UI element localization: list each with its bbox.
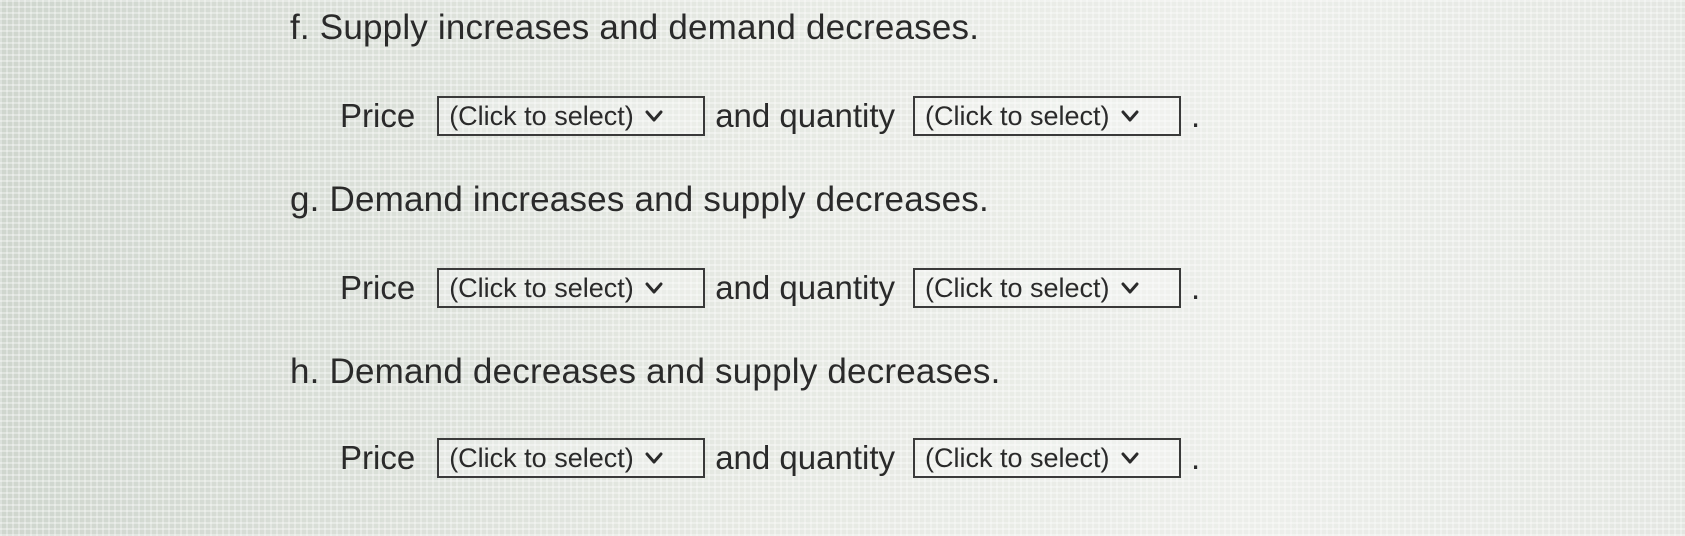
and-quantity-label: and quantity bbox=[715, 269, 895, 306]
select-value: (Click to select) bbox=[925, 442, 1110, 473]
price-label: Price bbox=[340, 439, 416, 476]
select-value: (Click to select) bbox=[925, 100, 1110, 131]
quantity-select-h[interactable]: (Click to select) bbox=[913, 438, 1181, 478]
chevron-down-icon bbox=[1121, 452, 1139, 464]
chevron-down-icon bbox=[1121, 282, 1139, 294]
price-label: Price bbox=[340, 97, 416, 134]
price-select-g[interactable]: (Click to select) bbox=[437, 268, 706, 308]
quantity-select-g[interactable]: (Click to select) bbox=[913, 268, 1181, 308]
select-value: (Click to select) bbox=[449, 100, 634, 131]
sentence-end: . bbox=[1191, 97, 1201, 134]
and-quantity-label: and quantity bbox=[715, 97, 895, 134]
sentence-end: . bbox=[1191, 269, 1201, 306]
chevron-down-icon bbox=[645, 110, 663, 122]
question-h-heading: h. Demand decreases and supply decreases… bbox=[290, 352, 1001, 391]
select-value: (Click to select) bbox=[449, 442, 634, 473]
question-f-heading: f. Supply increases and demand decreases… bbox=[290, 8, 980, 47]
price-label: Price bbox=[340, 269, 416, 306]
sentence-end: . bbox=[1191, 439, 1201, 476]
and-quantity-label: and quantity bbox=[715, 439, 895, 476]
question-g-answer-row: Price (Click to select) and quantity (Cl… bbox=[340, 266, 1200, 310]
chevron-down-icon bbox=[645, 452, 663, 464]
price-select-h[interactable]: (Click to select) bbox=[437, 438, 706, 478]
price-select-f[interactable]: (Click to select) bbox=[437, 96, 706, 136]
chevron-down-icon bbox=[1121, 110, 1139, 122]
question-f-answer-row: Price (Click to select) and quantity (Cl… bbox=[340, 94, 1200, 138]
select-value: (Click to select) bbox=[925, 272, 1110, 303]
select-value: (Click to select) bbox=[449, 272, 634, 303]
question-h-answer-row: Price (Click to select) and quantity (Cl… bbox=[340, 436, 1200, 480]
chevron-down-icon bbox=[645, 282, 663, 294]
quantity-select-f[interactable]: (Click to select) bbox=[913, 96, 1181, 136]
question-g-heading: g. Demand increases and supply decreases… bbox=[290, 180, 989, 219]
